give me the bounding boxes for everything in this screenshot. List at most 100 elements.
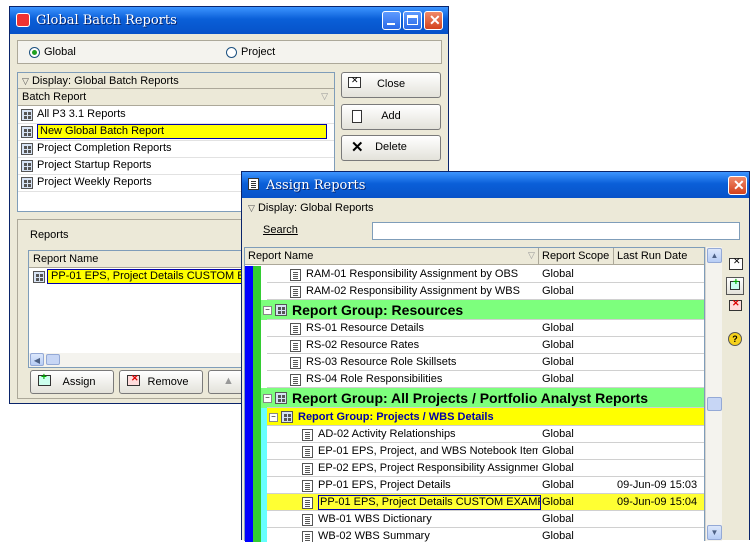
level-band: [253, 477, 261, 494]
collapse-toggle-icon[interactable]: −: [269, 412, 278, 422]
title-bar[interactable]: Global Batch Reports ✕: [10, 7, 448, 34]
report-scope-cell: Global: [542, 496, 574, 508]
report-row[interactable]: RAM-02 Responsibility Assignment by WBS G…: [245, 283, 704, 300]
minimize-button[interactable]: [382, 11, 401, 30]
scroll-up-button[interactable]: ▲: [707, 248, 722, 263]
report-scope-column[interactable]: Report Scope: [542, 250, 609, 262]
report-row[interactable]: RS-04 Role Responsibilities Global: [245, 371, 704, 388]
reports-list-item[interactable]: PP-01 EPS, Project Details CUSTOM EXAMPL…: [29, 269, 277, 286]
batch-report-label: Project Completion Reports: [37, 142, 172, 154]
scope-radio-group: Global Project: [17, 40, 442, 64]
assign-display-label: Display: Global Reports: [257, 202, 374, 214]
batch-report-label: Project Weekly Reports: [37, 176, 152, 188]
report-row[interactable]: PP-01 EPS, Project Details CUSTOM EXAMPL…: [245, 494, 704, 511]
level-band: [253, 408, 261, 426]
close-dialog-icon[interactable]: ✕: [729, 256, 743, 270]
report-row[interactable]: AD-02 Activity Relationships Global: [245, 426, 704, 443]
remove-button[interactable]: ✕ Remove: [119, 370, 203, 394]
last-run-cell: 09-Jun-09 15:03: [617, 479, 698, 491]
batch-report-column-header[interactable]: Batch Report ▽: [18, 89, 334, 106]
close-window-button[interactable]: ✕: [424, 11, 443, 30]
add-button[interactable]: Add: [341, 104, 441, 130]
level-band: [245, 443, 253, 460]
level-band: [245, 511, 253, 528]
batch-report-item[interactable]: New Global Batch Report: [18, 124, 334, 141]
close-button[interactable]: ✕ Close: [341, 72, 441, 98]
level-band: [261, 426, 267, 443]
report-scope-cell: Global: [542, 479, 574, 491]
delete-button[interactable]: ✕ Delete: [341, 135, 441, 161]
scroll-left-button[interactable]: ◀: [30, 353, 44, 366]
chevron-down-icon: ▽: [248, 203, 255, 213]
report-name-column-header[interactable]: Report Name: [29, 251, 267, 268]
level-band: [253, 371, 261, 388]
report-group-icon: [21, 126, 33, 138]
batch-report-label: New Global Batch Report: [37, 124, 327, 139]
last-run-date-column[interactable]: Last Run Date: [617, 250, 687, 262]
reports-table-body: RAM-01 Responsibility Assignment by OBS G…: [245, 266, 704, 542]
level-band: [245, 494, 253, 511]
global-radio-label[interactable]: Global: [44, 46, 76, 58]
last-run-cell: 09-Jun-09 15:04: [617, 496, 698, 508]
global-radio[interactable]: [29, 47, 40, 58]
report-scope-cell: Global: [542, 339, 574, 351]
report-row[interactable]: EP-01 EPS, Project, and WBS Notebook Ite…: [245, 443, 704, 460]
report-name-cell: RAM-02 Responsibility Assignment by WBS: [306, 285, 520, 297]
report-row[interactable]: RAM-01 Responsibility Assignment by OBS G…: [245, 266, 704, 283]
assign-report-icon[interactable]: +: [726, 277, 744, 295]
display-bar[interactable]: ▽ Display: Global Batch Reports: [18, 73, 334, 89]
level-band: [253, 460, 261, 477]
assign-title-bar[interactable]: Assign Reports ✕: [242, 172, 749, 198]
report-group-icon: [21, 143, 33, 155]
horizontal-scrollbar[interactable]: ◀: [29, 353, 267, 367]
report-name-cell: WB-01 WBS Dictionary: [318, 513, 432, 525]
report-row[interactable]: PP-01 EPS, Project Details Global 09-Jun-0…: [245, 477, 704, 494]
report-row[interactable]: WB-01 WBS Dictionary Global: [245, 511, 704, 528]
batch-report-item[interactable]: Project Completion Reports: [18, 141, 334, 158]
level-band: [253, 443, 261, 460]
level-band: [253, 337, 261, 354]
close-button-label: Close: [376, 78, 406, 90]
level-band: [245, 426, 253, 443]
maximize-button[interactable]: [403, 11, 422, 30]
scroll-thumb[interactable]: [707, 397, 722, 411]
report-icon: [290, 340, 301, 352]
report-name-column[interactable]: Report Name: [248, 250, 313, 262]
report-group-row[interactable]: − Report Group: All Projects / Portfolio …: [245, 388, 704, 408]
report-scope-cell: Global: [542, 356, 574, 368]
report-subgroup-row[interactable]: − Report Group: Projects / WBS Details: [245, 408, 704, 426]
level-band: [253, 426, 261, 443]
assign-button[interactable]: + Assign: [30, 370, 114, 394]
report-scope-cell: Global: [542, 322, 574, 334]
help-icon[interactable]: ?: [728, 332, 742, 346]
report-icon: [302, 531, 313, 542]
report-scope-cell: Global: [542, 373, 574, 385]
level-band: [245, 460, 253, 477]
add-button-label: Add: [381, 110, 401, 122]
project-radio[interactable]: [226, 47, 237, 58]
filter-icon: ▽: [528, 250, 535, 260]
report-row[interactable]: EP-02 EPS, Project Responsibility Assign…: [245, 460, 704, 477]
vertical-scrollbar[interactable]: ▲ ▼: [705, 247, 722, 541]
level-band: [253, 354, 261, 371]
column-header-label: Batch Report: [22, 91, 87, 103]
level-band: [245, 354, 253, 371]
report-row[interactable]: RS-02 Resource Rates Global: [245, 337, 704, 354]
scroll-down-button[interactable]: ▼: [707, 525, 722, 540]
collapse-toggle-icon[interactable]: −: [263, 393, 272, 403]
level-band: [253, 494, 261, 511]
report-icon: [290, 286, 301, 298]
scroll-thumb[interactable]: [46, 354, 60, 365]
report-row[interactable]: RS-03 Resource Role Skillsets Global: [245, 354, 704, 371]
unassign-report-icon[interactable]: ✕: [729, 298, 742, 311]
close-assign-button[interactable]: ✕: [728, 176, 747, 195]
batch-report-item[interactable]: All P3 3.1 Reports: [18, 107, 334, 124]
collapse-toggle-icon[interactable]: −: [263, 305, 272, 315]
project-radio-label[interactable]: Project: [241, 46, 275, 58]
search-input[interactable]: [372, 222, 740, 240]
report-group-row[interactable]: − Report Group: Resources: [245, 300, 704, 320]
report-row[interactable]: RS-01 Resource Details Global: [245, 320, 704, 337]
assign-display-bar[interactable]: ▽ Display: Global Reports: [244, 200, 747, 217]
level-band: [245, 408, 253, 426]
level-band: [245, 283, 253, 300]
